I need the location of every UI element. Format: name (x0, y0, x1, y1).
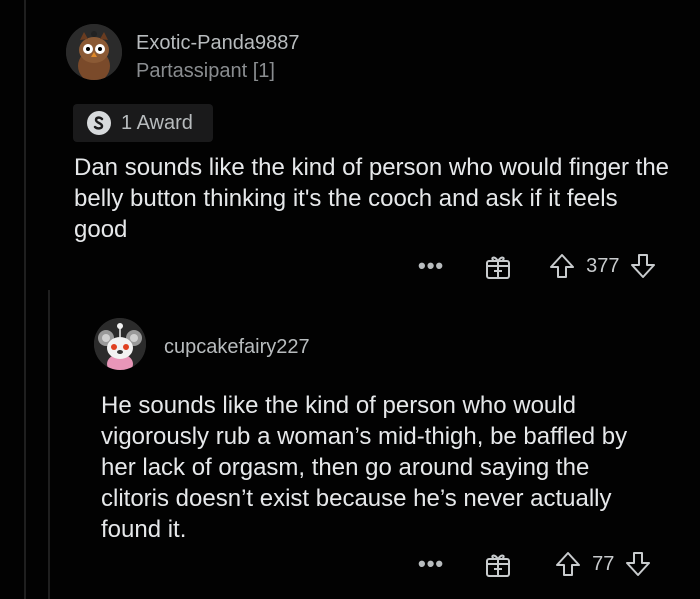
user-flair: Partassipant [1] (136, 60, 275, 82)
downvote-icon[interactable] (629, 252, 657, 280)
username[interactable]: cupcakefairy227 (164, 336, 310, 359)
comment-body: Dan sounds like the kind of person who w… (74, 154, 670, 243)
username[interactable]: Exotic-Panda9887 (136, 32, 299, 55)
avatar[interactable] (94, 318, 146, 370)
downvote-icon[interactable] (624, 550, 652, 578)
award-label: 1 Award (121, 111, 193, 134)
thread-line[interactable] (48, 290, 50, 599)
vote-score: 377 (586, 254, 620, 277)
vote-score: 77 (592, 552, 615, 575)
comment-actions: ••• 77 (418, 550, 652, 578)
award-badge[interactable]: 1 Award (73, 104, 213, 142)
avatar[interactable] (66, 24, 122, 80)
owl-avatar-icon (66, 24, 122, 80)
upvote-icon[interactable] (554, 550, 582, 578)
upvote-icon[interactable] (548, 252, 576, 280)
gift-icon[interactable] (484, 550, 512, 578)
koala-avatar-icon (94, 318, 146, 370)
comment-actions: ••• 377 (418, 252, 657, 280)
award-icon (87, 111, 111, 135)
gift-icon[interactable] (484, 252, 512, 280)
more-icon[interactable]: ••• (418, 551, 444, 577)
more-icon[interactable]: ••• (418, 253, 444, 279)
comment-body: He sounds like the kind of person who wo… (101, 392, 628, 543)
comment-thread: Exotic-Panda9887 Partassipant [1] 1 Awar… (0, 0, 700, 599)
thread-line[interactable] (24, 0, 26, 599)
